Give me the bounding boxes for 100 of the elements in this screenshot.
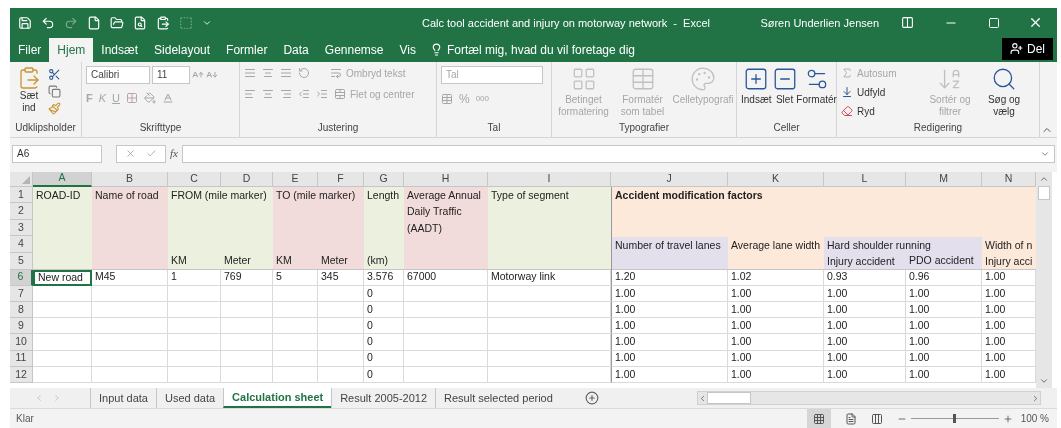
row-header[interactable]: 8	[10, 302, 33, 319]
column-header[interactable]: M	[906, 171, 982, 187]
table-cell[interactable]: 1.20	[611, 269, 728, 286]
ribbon-tab[interactable]: Gennemse	[316, 37, 392, 62]
table-cell[interactable]: 1.00	[906, 366, 982, 383]
table-cell[interactable]: 1.00	[728, 366, 824, 383]
ribbon-tab[interactable]: Formler	[218, 37, 276, 62]
group-label: Celler	[772, 120, 801, 135]
column-heading: FROM (mile marker)	[171, 187, 267, 203]
column-header[interactable]: D	[221, 171, 273, 187]
column-heading: TO (mile marker)	[276, 187, 356, 203]
tell-me-field[interactable]: Fortæl mig, hvad du vil foretage dig	[429, 37, 636, 62]
editing-button[interactable]: Udfyld	[841, 84, 921, 100]
table-cell[interactable]: 67000	[404, 269, 488, 286]
column-header[interactable]: H	[404, 171, 488, 187]
table-cell[interactable]: 1.00	[906, 318, 982, 335]
font-size-field[interactable]: 11	[152, 65, 190, 84]
table-cell[interactable]: 1.00	[824, 318, 906, 335]
column-header[interactable]: G	[364, 171, 404, 187]
column-heading: Accident modification factors	[615, 187, 763, 203]
column-header[interactable]: L	[824, 171, 906, 187]
table-cell[interactable]: 1	[168, 269, 221, 286]
table-cell[interactable]: Motorway link	[488, 269, 611, 286]
table-cell[interactable]: 1.00	[906, 350, 982, 367]
table-cell[interactable]: 0	[364, 334, 404, 351]
column-subheading: Number of travel lanes	[615, 237, 721, 253]
table-cell[interactable]: 0.96	[906, 269, 982, 286]
column-header[interactable]: A	[33, 171, 92, 187]
table-cell[interactable]: New road	[33, 269, 92, 286]
table-cell[interactable]: 1.00	[611, 318, 728, 335]
cells-button[interactable]: Formatér	[797, 65, 836, 106]
table-cell[interactable]: 1.00	[611, 334, 728, 351]
font-name-field[interactable]: Calibri	[86, 65, 150, 84]
row-header[interactable]: 9	[10, 318, 33, 335]
paste-button[interactable]: Sæt ind	[14, 65, 44, 114]
table-cell[interactable]: 1.00	[611, 350, 728, 367]
column-heading: ROAD-ID	[36, 187, 81, 203]
table-cell[interactable]: 0.93	[824, 269, 906, 286]
row-header[interactable]: 10	[10, 334, 33, 351]
editing-button[interactable]: Ryd	[841, 103, 921, 119]
table-cell[interactable]: 1.00	[824, 334, 906, 351]
ribbon-tab[interactable]: Hjem	[49, 37, 94, 62]
table-cell[interactable]: 1.00	[906, 302, 982, 319]
ribbon-tab[interactable]: Vis	[391, 37, 424, 62]
group-label: Redigering	[912, 120, 964, 135]
column-header[interactable]: F	[318, 171, 364, 187]
group-label: Udklipsholder	[14, 120, 77, 135]
table-cell[interactable]: 1.00	[824, 302, 906, 319]
ribbon-tab[interactable]: Sidelayout	[146, 37, 219, 62]
ribbon-tab[interactable]: Filer	[10, 37, 50, 62]
table-cell[interactable]: 1.00	[611, 285, 728, 303]
table-cell[interactable]: 0	[364, 285, 404, 303]
column-header[interactable]: B	[92, 171, 168, 187]
column-heading: Name of road	[95, 187, 159, 203]
table-cell[interactable]: 1.02	[728, 269, 824, 286]
table-cell[interactable]: 1.00	[728, 318, 824, 335]
unit-label: KM	[171, 253, 187, 269]
table-cell[interactable]: 1.00	[611, 366, 728, 383]
table-cell[interactable]: 1.00	[824, 350, 906, 367]
table-cell[interactable]: 5	[273, 269, 318, 286]
status-text: Klar	[16, 412, 34, 426]
table-cell[interactable]: 1.00	[824, 285, 906, 303]
column-header[interactable]: E	[273, 171, 318, 187]
table-cell[interactable]: 1.00	[728, 334, 824, 351]
table-cell[interactable]: 1.00	[728, 302, 824, 319]
unit-label: Meter	[321, 253, 348, 269]
sheet-tab[interactable]: Calculation sheet	[223, 388, 332, 408]
table-cell[interactable]: 0	[364, 366, 404, 383]
column-subheading: Width of n	[985, 237, 1033, 253]
table-cell[interactable]: 1.00	[611, 302, 728, 319]
unit-label: (km)	[367, 253, 388, 269]
column-heading: Type of segment	[491, 187, 569, 203]
editing-button[interactable]: Søg og vælg	[979, 65, 1029, 118]
table-cell[interactable]: 3.576	[364, 269, 404, 286]
table-cell[interactable]: 1.00	[824, 366, 906, 383]
table-cell[interactable]: 1.00	[728, 350, 824, 367]
column-header[interactable]: J	[611, 171, 728, 187]
share-button[interactable]: Del	[1002, 37, 1053, 60]
column-heading: Average Annual Daily Traffic (AADT)	[407, 187, 482, 236]
column-header[interactable]: C	[168, 171, 221, 187]
column-header[interactable]: I	[488, 171, 611, 187]
table-cell[interactable]: 0	[364, 302, 404, 319]
table-cell[interactable]: 1.00	[906, 334, 982, 351]
table-cell[interactable]: 345	[318, 269, 364, 286]
function-symbol[interactable]: fx	[170, 145, 178, 162]
unit-label: Injury accident	[827, 254, 895, 270]
name-box[interactable]: A6	[12, 144, 102, 163]
table-cell[interactable]: 1.00	[728, 285, 824, 303]
window-title: Calc tool accident and injury on motorway network - Excel	[422, 15, 710, 31]
zoom-level[interactable]: 100 %	[1020, 411, 1049, 426]
table-cell[interactable]: 769	[221, 269, 273, 286]
table-cell[interactable]: M45	[92, 269, 168, 286]
column-header[interactable]: K	[728, 171, 824, 187]
ribbon-tab[interactable]: Indsæt	[93, 37, 147, 62]
table-cell[interactable]: 0	[364, 350, 404, 367]
cells-button[interactable]: Slet	[775, 65, 794, 106]
ribbon-tab[interactable]: Data	[275, 37, 317, 62]
table-cell[interactable]: 0	[364, 318, 404, 335]
cells-button[interactable]: Indsæt	[741, 65, 772, 106]
table-cell[interactable]: 1.00	[906, 285, 982, 303]
